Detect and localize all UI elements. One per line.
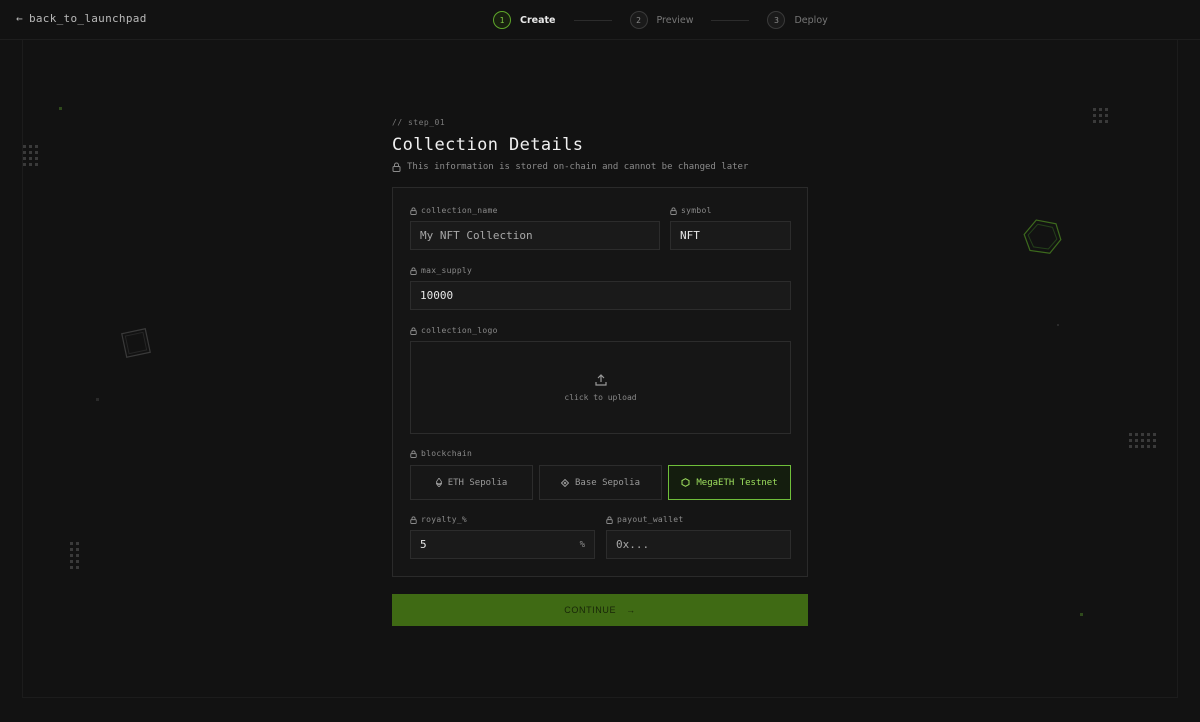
arrow-left-icon: ← xyxy=(16,12,23,25)
max-supply-label: max_supply xyxy=(410,266,472,275)
lock-icon xyxy=(670,206,677,215)
dot-grid-right-top xyxy=(1093,108,1108,123)
eth-icon xyxy=(435,478,442,487)
lock-icon xyxy=(410,266,417,275)
step-number: 1 xyxy=(493,11,511,29)
step-label: Deploy xyxy=(794,14,828,26)
step-label: Create xyxy=(520,14,556,26)
continue-label: CONTINUE xyxy=(564,605,617,615)
dot-grid-right-mid xyxy=(1129,433,1156,448)
dot-grid-left-bottom xyxy=(70,542,79,569)
continue-button[interactable]: CONTINUE → xyxy=(392,594,808,626)
section-header: // step_01 Collection Details This infor… xyxy=(392,118,808,172)
payout-wallet-input[interactable]: 0x... xyxy=(606,530,791,559)
percent-suffix: % xyxy=(579,539,585,550)
lock-icon xyxy=(410,206,417,215)
notice-text: This information is stored on-chain and … xyxy=(407,162,749,172)
speck xyxy=(1057,324,1059,326)
frame-line-bottom xyxy=(22,697,1178,698)
step-connector xyxy=(573,19,612,21)
logo-upload-dropzone[interactable]: click to upload xyxy=(410,341,791,434)
symbol-input[interactable]: NFT xyxy=(670,221,791,250)
collection-name-input[interactable]: My NFT Collection xyxy=(410,221,660,250)
lock-icon xyxy=(410,515,417,524)
step-preview[interactable]: 2 Preview xyxy=(629,11,694,29)
onchain-notice: This information is stored on-chain and … xyxy=(392,162,808,172)
step-number: 3 xyxy=(767,11,786,29)
frame-line-right xyxy=(1177,40,1178,698)
frame-line-left xyxy=(22,40,23,698)
lock-icon xyxy=(410,326,417,335)
lock-icon xyxy=(606,515,613,524)
step-create[interactable]: 1 Create xyxy=(493,11,556,29)
collection-logo-label: collection_logo xyxy=(410,326,498,335)
symbol-label: symbol xyxy=(670,206,712,215)
upload-icon xyxy=(594,374,607,386)
hexagon-icon xyxy=(681,478,690,487)
square-outline-icon xyxy=(118,325,154,361)
lock-icon xyxy=(392,162,401,172)
payout-wallet-label: payout_wallet xyxy=(606,515,684,524)
speck xyxy=(59,107,62,110)
diamond-icon xyxy=(560,478,569,487)
back-to-launchpad-link[interactable]: ← back_to_launchpad xyxy=(16,12,147,25)
back-link-label: back_to_launchpad xyxy=(28,12,147,25)
chain-option-eth-sepolia[interactable]: ETH Sepolia xyxy=(410,465,533,500)
step-tag: // step_01 xyxy=(392,118,446,127)
max-supply-input[interactable]: 10000 xyxy=(410,281,791,310)
upload-text: click to upload xyxy=(564,393,637,402)
page-title: Collection Details xyxy=(392,135,584,155)
step-connector xyxy=(711,19,750,21)
blockchain-label: blockchain xyxy=(410,449,472,458)
hexagon-outline-icon xyxy=(1020,217,1064,257)
royalty-input[interactable]: 5 % xyxy=(410,530,595,559)
chain-option-megaeth-testnet[interactable]: MegaETH Testnet xyxy=(668,465,791,500)
lock-icon xyxy=(410,449,417,458)
top-navigation: ← back_to_launchpad 1 Create 2 Preview 3… xyxy=(0,0,1200,40)
collection-name-label: collection_name xyxy=(410,206,498,215)
speck xyxy=(1080,613,1083,616)
chain-option-base-sepolia[interactable]: Base Sepolia xyxy=(539,465,662,500)
dot-grid-left xyxy=(23,145,38,166)
collection-details-form: collection_name My NFT Collection symbol… xyxy=(392,187,808,577)
progress-stepper: 1 Create 2 Preview 3 Deploy xyxy=(493,10,828,30)
step-deploy[interactable]: 3 Deploy xyxy=(767,11,828,29)
speck xyxy=(96,398,99,401)
royalty-label: royalty_% xyxy=(410,515,467,524)
step-number: 2 xyxy=(629,11,648,29)
step-label: Preview xyxy=(656,14,694,26)
arrow-right-icon: → xyxy=(626,605,636,615)
